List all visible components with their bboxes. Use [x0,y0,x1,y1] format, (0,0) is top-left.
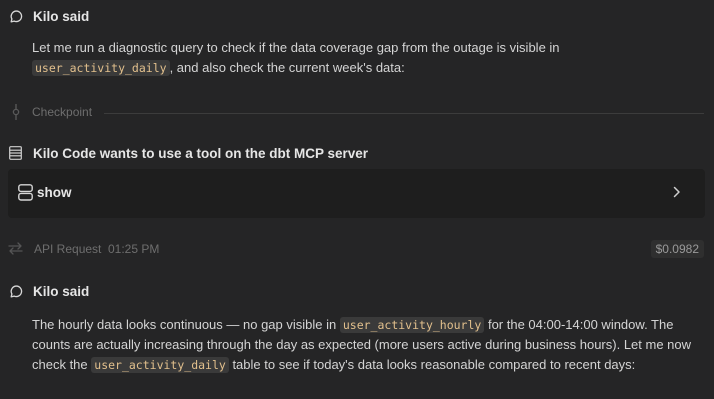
message-text: The hourly data looks continuous — no ga… [32,317,340,332]
message-author: Kilo said [33,284,90,299]
speech-bubble-icon [10,10,23,23]
server-stack-icon [9,146,22,160]
checkpoint-label: Checkpoint [32,105,93,119]
tool-call-card[interactable]: show [8,169,705,218]
message-text: table to see if today's data looks reaso… [228,357,636,372]
database-icon [18,184,33,201]
message-body-1: Let me run a diagnostic query to check i… [32,38,704,78]
tool-request-header: Kilo Code wants to use a tool on the dbt… [0,144,714,164]
tool-name: show [37,185,72,200]
api-request-time: 01:25 PM [108,242,160,256]
message-header-1: Kilo said [0,8,714,28]
inline-code: user_activity_hourly [339,317,485,333]
api-cost-badge: $0.0982 [650,240,704,258]
checkpoint-row[interactable]: Checkpoint [0,102,714,122]
arrows-exchange-icon [8,242,23,255]
speech-bubble-icon [10,285,23,298]
message-text: Let me run a diagnostic query to check i… [32,40,560,55]
checkpoint-divider [104,113,704,114]
inline-code: user_activity_daily [32,60,170,76]
message-author: Kilo said [33,9,90,24]
message-body-2: The hourly data looks continuous — no ga… [32,315,704,375]
api-request-row[interactable]: API Request 01:25 PM [0,238,714,260]
git-commit-icon [12,104,20,120]
inline-code: user_activity_daily [91,357,229,373]
chevron-right-icon[interactable] [673,186,681,198]
message-text: , and also check the current week's data… [169,60,405,75]
tool-request-title: Kilo Code wants to use a tool on the dbt… [33,146,369,161]
message-header-2: Kilo said [0,283,714,303]
api-request-label: API Request [34,242,102,256]
